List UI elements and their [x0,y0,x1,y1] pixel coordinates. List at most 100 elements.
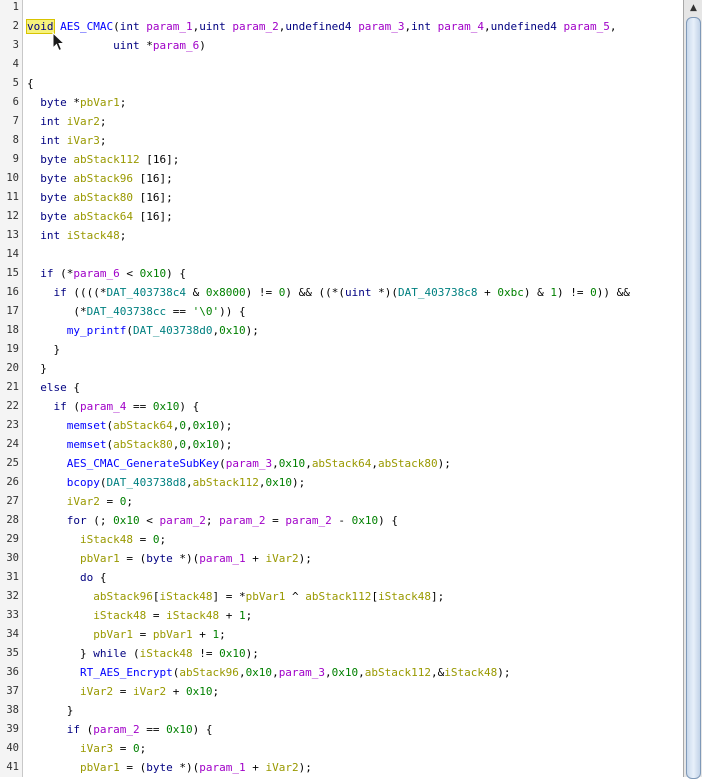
code-line[interactable]: 15 if (*param_6 < 0x10) { [0,264,683,283]
code-token-dat[interactable]: DAT_403738c4 [107,286,186,299]
code-token-kw[interactable]: for [67,514,87,527]
code-token-prm[interactable]: param_2 [219,514,265,527]
code-token-kw[interactable]: byte [146,552,173,565]
code-line[interactable]: 17 (*DAT_403738cc == '\0')) { [0,302,683,321]
code-token-kw[interactable]: int [120,20,140,33]
code-line[interactable]: 10 byte abStack96 [16]; [0,169,683,188]
code-line[interactable]: 24 memset(abStack80,0,0x10); [0,435,683,454]
code-line[interactable]: 19 } [0,340,683,359]
code-token-kw[interactable]: byte [40,153,67,166]
code-line[interactable]: 27 iVar2 = 0; [0,492,683,511]
code-token-kw[interactable]: uint [345,286,372,299]
scrollbar-thumb[interactable] [686,17,701,779]
code-token-var[interactable]: pbVar1 [80,552,120,565]
code-line[interactable]: 20 } [0,359,683,378]
code-token-num[interactable]: 0x10 [113,514,140,527]
code-line[interactable]: 8 int iVar3; [0,131,683,150]
code-token-var[interactable]: iStack48 [93,609,146,622]
code-token-fn[interactable]: AES_CMAC_GenerateSubKey [67,457,219,470]
code-token-prm[interactable]: param_5 [564,20,610,33]
code-line[interactable]: 32 abStack96[iStack48] = *pbVar1 ^ abSta… [0,587,683,606]
code-token-kw[interactable]: else [40,381,67,394]
code-token-var[interactable]: pbVar1 [80,96,120,109]
code-line[interactable]: 33 iStack48 = iStack48 + 1; [0,606,683,625]
code-token-var[interactable]: abStack96 [179,666,239,679]
code-line[interactable]: 37 iVar2 = iVar2 + 0x10; [0,682,683,701]
code-token-prm[interactable]: param_1 [146,20,192,33]
code-token-kw[interactable]: if [40,267,53,280]
code-token-var[interactable]: pbVar1 [246,590,286,603]
code-token-num[interactable]: 0x10 [166,723,193,736]
code-line[interactable]: 3 uint *param_6) [0,36,683,55]
code-token-var[interactable]: abStack112 [73,153,139,166]
code-token-var[interactable]: abStack80 [73,191,133,204]
code-token-num[interactable]: 0x10 [332,666,359,679]
code-token-fn[interactable]: bcopy [67,476,100,489]
code-token-prm[interactable]: param_2 [160,514,206,527]
code-token-var[interactable]: iStack48 [140,647,193,660]
code-token-var[interactable]: iStack48 [67,229,120,242]
code-token-kw[interactable]: uint [113,39,140,52]
code-token-num[interactable]: 0x10 [352,514,379,527]
code-token-kw[interactable]: void [26,19,55,34]
code-line[interactable]: 41 pbVar1 = (byte *)(param_1 + iVar2); [0,758,683,777]
code-line[interactable]: 40 iVar3 = 0; [0,739,683,758]
code-line[interactable]: 23 memset(abStack64,0,0x10); [0,416,683,435]
code-token-prm[interactable]: param_6 [153,39,199,52]
code-token-fn[interactable]: RT_AES_Encrypt [80,666,173,679]
code-token-prm[interactable]: param_3 [226,457,272,470]
code-token-kw[interactable]: int [40,134,60,147]
code-token-fn[interactable]: my_printf [67,324,127,337]
code-line[interactable]: 2 void AES_CMAC(int param_1,uint param_2,… [0,17,683,36]
code-line[interactable]: 34 pbVar1 = pbVar1 + 1; [0,625,683,644]
code-token-fn[interactable]: AES_CMAC [60,20,113,33]
code-line[interactable]: 38 } [0,701,683,720]
decompiler-code-view[interactable]: 1 2 void AES_CMAC(int param_1,uint param_2… [0,0,683,777]
code-token-var[interactable]: iVar2 [67,495,100,508]
vertical-scrollbar[interactable]: ▲ [683,0,702,779]
code-token-prm[interactable]: param_4 [438,20,484,33]
code-token-var[interactable]: iStack48 [166,609,219,622]
code-token-var[interactable]: iVar2 [265,552,298,565]
code-token-kw[interactable]: if [54,400,67,413]
scroll-up-button[interactable]: ▲ [684,0,702,16]
code-token-kw[interactable]: int [411,20,431,33]
code-token-prm[interactable]: param_3 [279,666,325,679]
code-token-kw[interactable]: uint [199,20,226,33]
code-token-var[interactable]: iVar2 [265,761,298,774]
code-token-var[interactable]: abStack80 [378,457,438,470]
code-token-var[interactable]: pbVar1 [153,628,193,641]
code-token-var[interactable]: iStack48 [378,590,431,603]
code-token-kw[interactable]: if [54,286,67,299]
code-token-prm[interactable]: param_2 [285,514,331,527]
code-token-kw[interactable]: byte [146,761,173,774]
code-token-var[interactable]: iVar3 [67,134,100,147]
code-token-var[interactable]: abStack112 [365,666,431,679]
code-token-dat[interactable]: DAT_403738d8 [107,476,186,489]
code-token-str[interactable]: '\0' [193,305,220,318]
code-token-kw[interactable]: undefined4 [491,20,557,33]
code-token-prm[interactable]: param_1 [199,761,245,774]
code-token-var[interactable]: iVar2 [80,685,113,698]
code-token-var[interactable]: iVar2 [67,115,100,128]
code-line[interactable]: 25 AES_CMAC_GenerateSubKey(param_3,0x10,… [0,454,683,473]
code-line[interactable]: 36 RT_AES_Encrypt(abStack96,0x10,param_3… [0,663,683,682]
code-token-num[interactable]: 0x10 [193,438,220,451]
code-line[interactable]: 4 [0,55,683,74]
code-token-prm[interactable]: param_3 [358,20,404,33]
code-line[interactable]: 5{ [0,74,683,93]
code-line[interactable]: 9 byte abStack112 [16]; [0,150,683,169]
code-token-num[interactable]: 0 [133,742,140,755]
code-token-var[interactable]: iVar3 [80,742,113,755]
code-token-prm[interactable]: param_6 [73,267,119,280]
code-token-num[interactable]: 1 [550,286,557,299]
code-token-num[interactable]: 1 [239,609,246,622]
code-token-var[interactable]: abStack96 [73,172,133,185]
code-token-var[interactable]: pbVar1 [80,761,120,774]
code-token-prm[interactable]: param_2 [232,20,278,33]
code-token-kw[interactable]: byte [40,191,67,204]
code-token-var[interactable]: abStack112 [193,476,259,489]
code-line[interactable]: 18 my_printf(DAT_403738d0,0x10); [0,321,683,340]
code-line[interactable]: 39 if (param_2 == 0x10) { [0,720,683,739]
code-token-fn[interactable]: memset [67,438,107,451]
